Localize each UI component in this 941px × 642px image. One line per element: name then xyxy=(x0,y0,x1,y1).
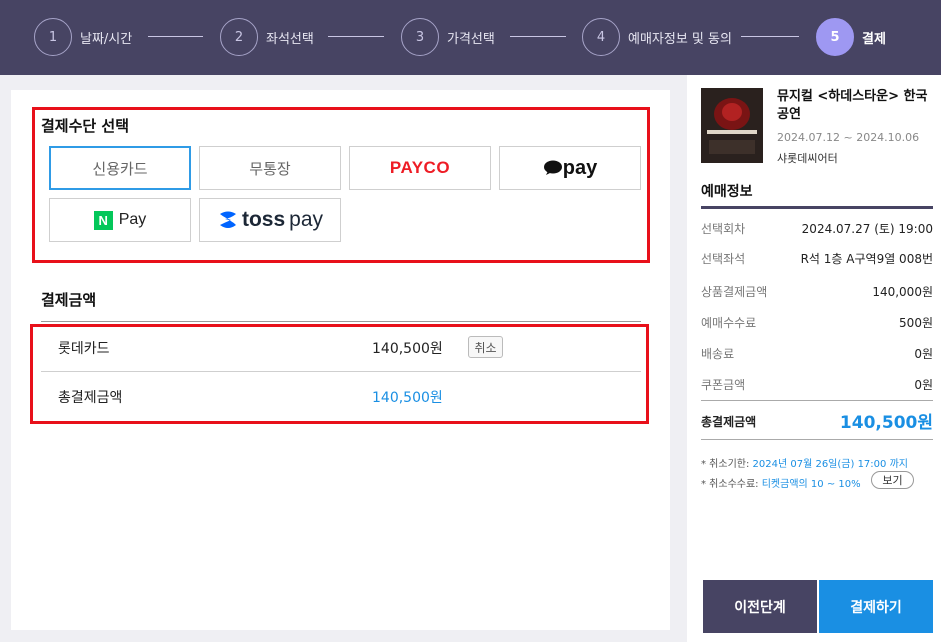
step-3: 3 가격선택 xyxy=(401,17,495,57)
booking-info-title: 예매정보 xyxy=(701,184,753,200)
total-amount-label: 총결제금액 xyxy=(58,390,123,406)
step-label: 결제 xyxy=(862,31,886,47)
cancel-fee-note: * 취소수수료: 티켓금액의 10 ~ 10% xyxy=(701,475,861,490)
info-value: 140,000원 xyxy=(872,285,933,299)
info-label: 선택좌석 xyxy=(701,252,746,266)
payment-amount-title: 결제금액 xyxy=(41,291,97,309)
cancel-fee-value: 티켓금액의 10 ~ 10% xyxy=(761,479,861,490)
info-value: 0원 xyxy=(914,378,933,392)
credit-card-label: 신용카드 xyxy=(92,159,148,178)
step-number: 4 xyxy=(582,18,620,56)
naver-n-icon: N xyxy=(93,210,113,230)
info-label: 예매수수료 xyxy=(701,316,757,330)
step-5: 5 결제 xyxy=(816,17,886,57)
step-number: 1 xyxy=(34,18,72,56)
card-amount: 140,500원 xyxy=(372,341,443,357)
step-label: 예매자정보 및 동의 xyxy=(628,31,732,47)
bank-transfer-label: 무통장 xyxy=(249,159,291,178)
step-number: 3 xyxy=(401,18,439,56)
poster-image xyxy=(701,88,763,163)
step-number: 2 xyxy=(220,18,258,56)
previous-step-button[interactable]: 이전단계 xyxy=(703,580,817,633)
show-poster xyxy=(701,88,763,163)
toss-pay-text: pay xyxy=(289,208,324,231)
naverpay-logo: N Pay xyxy=(93,210,147,230)
step-2: 2 좌석선택 xyxy=(220,17,314,57)
info-value: 500원 xyxy=(899,316,933,330)
step-connector xyxy=(510,36,566,37)
info-value: R석 1층 A구역9열 008번 xyxy=(800,252,933,266)
divider xyxy=(701,206,933,209)
naverpay-option[interactable]: N Pay xyxy=(49,198,191,242)
payment-panel: 결제수단 선택 신용카드 무통장 PAYCO pay N Pay toss pa… xyxy=(11,90,670,630)
note-prefix: * 취소기한: xyxy=(701,459,753,470)
kakaopay-text: pay xyxy=(562,156,598,179)
tosspay-option[interactable]: toss pay xyxy=(199,198,341,242)
cancel-deadline-note: * 취소기한: 2024년 07월 26일(금) 17:00 까지 xyxy=(701,455,908,470)
booking-sidebar: 뮤지컬 <하데스타운> 한국 공연 2024.07.12 ~ 2024.10.0… xyxy=(687,75,941,642)
info-label: 상품결제금액 xyxy=(701,285,768,299)
show-venue: 샤롯데씨어터 xyxy=(777,152,838,165)
divider xyxy=(701,439,933,440)
speech-bubble-icon xyxy=(543,160,562,175)
cancel-deadline-value: 2024년 07월 26일(금) 17:00 까지 xyxy=(752,459,908,470)
step-4: 4 예매자정보 및 동의 xyxy=(582,17,732,57)
kakaopay-option[interactable]: pay xyxy=(499,146,641,190)
note-prefix: * 취소수수료: xyxy=(701,479,762,490)
step-connector xyxy=(741,36,799,37)
payco-logo: PAYCO xyxy=(389,158,451,177)
divider xyxy=(701,400,933,401)
toss-icon xyxy=(219,211,236,228)
view-fee-button[interactable]: 보기 xyxy=(871,471,914,489)
step-1: 1 날짜/시간 xyxy=(34,17,132,57)
payment-method-title: 결제수단 선택 xyxy=(41,117,130,135)
kakaopay-logo: pay xyxy=(543,157,597,180)
step-number: 5 xyxy=(816,18,854,56)
show-title: 뮤지컬 <하데스타운> 한국 공연 xyxy=(777,89,928,122)
step-connector xyxy=(328,36,384,37)
info-label: 배송료 xyxy=(701,347,735,361)
card-name: 롯데카드 xyxy=(58,341,110,357)
step-progress-bar: 1 날짜/시간 2 좌석선택 3 가격선택 4 예매자정보 및 동의 5 결제 xyxy=(0,0,941,75)
step-label: 가격선택 xyxy=(447,31,495,47)
info-label: 쿠폰금액 xyxy=(701,378,746,392)
bank-transfer-option[interactable]: 무통장 xyxy=(199,146,341,190)
info-value: 2024.07.27 (토) 19:00 xyxy=(801,222,933,236)
credit-card-option[interactable]: 신용카드 xyxy=(49,146,191,190)
pay-button[interactable]: 결제하기 xyxy=(819,580,933,633)
payco-option[interactable]: PAYCO xyxy=(349,146,491,190)
payment-amount-highlight xyxy=(30,324,649,424)
divider xyxy=(41,371,641,372)
info-label: 선택회차 xyxy=(701,222,746,236)
step-label: 좌석선택 xyxy=(266,31,314,47)
tosspay-logo: toss pay xyxy=(217,208,323,232)
naverpay-text: Pay xyxy=(118,211,147,228)
toss-text: toss xyxy=(241,208,286,231)
info-value: 0원 xyxy=(914,347,933,361)
total-amount-value: 140,500원 xyxy=(372,390,443,406)
step-connector xyxy=(148,36,203,37)
step-label: 날짜/시간 xyxy=(80,31,133,47)
total-label: 총결제금액 xyxy=(701,415,757,429)
total-value: 140,500원 xyxy=(839,413,933,433)
show-dates: 2024.07.12 ~ 2024.10.06 xyxy=(777,131,920,144)
cancel-button[interactable]: 취소 xyxy=(468,336,503,358)
divider xyxy=(41,321,641,322)
